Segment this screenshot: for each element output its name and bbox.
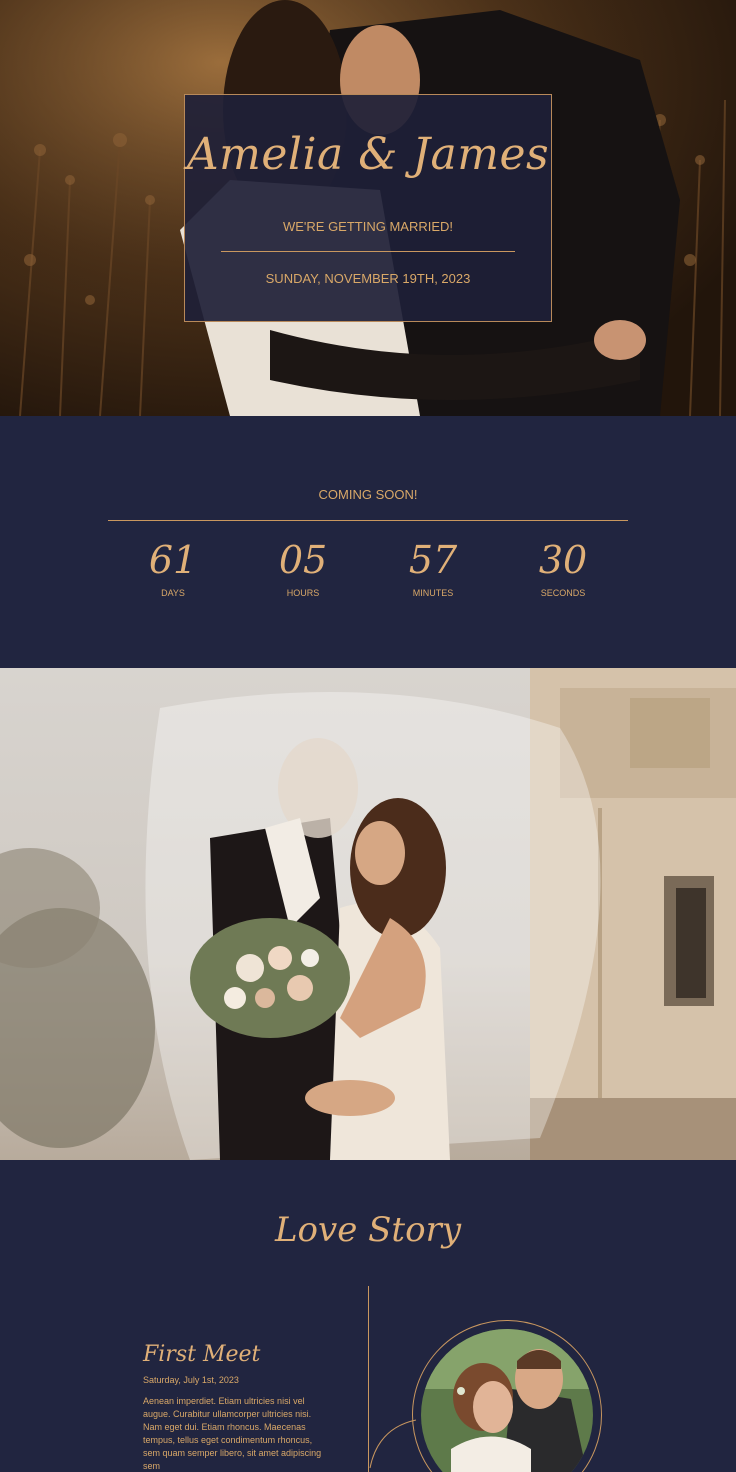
couple-photo-image bbox=[0, 668, 736, 1160]
couple-photo-section bbox=[0, 668, 736, 1160]
countdown-label: DAYS bbox=[161, 588, 185, 598]
countdown-value: 57 bbox=[408, 538, 458, 582]
countdown-days: 61 DAYS bbox=[108, 534, 238, 598]
story-item-first-meet: First Meet Saturday, July 1st, 2023 Aene… bbox=[143, 1342, 323, 1472]
countdown-heading: COMING SOON! bbox=[318, 487, 418, 502]
countdown-hours: 05 HOURS bbox=[238, 534, 368, 598]
hero-title-frame: Amelia & James WE'RE GETTING MARRIED! SU… bbox=[184, 94, 552, 322]
countdown-value: 61 bbox=[148, 538, 198, 582]
story-item-body: Aenean imperdiet. Etiam ultricies nisi v… bbox=[143, 1396, 322, 1471]
hero-divider bbox=[221, 251, 515, 252]
love-story-section: Love Story First Meet Saturday, July 1st… bbox=[0, 1160, 736, 1472]
story-item-date: Saturday, July 1st, 2023 bbox=[143, 1375, 239, 1385]
couple-names: Amelia & James bbox=[186, 129, 550, 180]
countdown-label: HOURS bbox=[286, 588, 320, 598]
hero-section: Amelia & James WE'RE GETTING MARRIED! SU… bbox=[0, 0, 736, 416]
story-photo-frame bbox=[412, 1320, 602, 1472]
hero-subtitle: WE'RE GETTING MARRIED! bbox=[282, 219, 454, 234]
story-item-title: First Meet bbox=[143, 1342, 261, 1367]
countdown-section: COMING SOON! 61 DAYS 05 HOURS 57 MINUTES… bbox=[0, 416, 736, 668]
story-photo bbox=[421, 1329, 593, 1472]
countdown-label: MINUTES bbox=[412, 588, 454, 598]
love-story-title: Love Story bbox=[274, 1210, 462, 1250]
countdown-divider bbox=[108, 520, 628, 521]
countdown-value: 05 bbox=[278, 538, 328, 582]
wedding-date: SUNDAY, NOVEMBER 19TH, 2023 bbox=[265, 271, 471, 286]
countdown-label: SECONDS bbox=[540, 588, 586, 598]
countdown-seconds: 30 SECONDS bbox=[498, 534, 628, 598]
countdown-minutes: 57 MINUTES bbox=[368, 534, 498, 598]
countdown-value: 30 bbox=[538, 538, 588, 582]
